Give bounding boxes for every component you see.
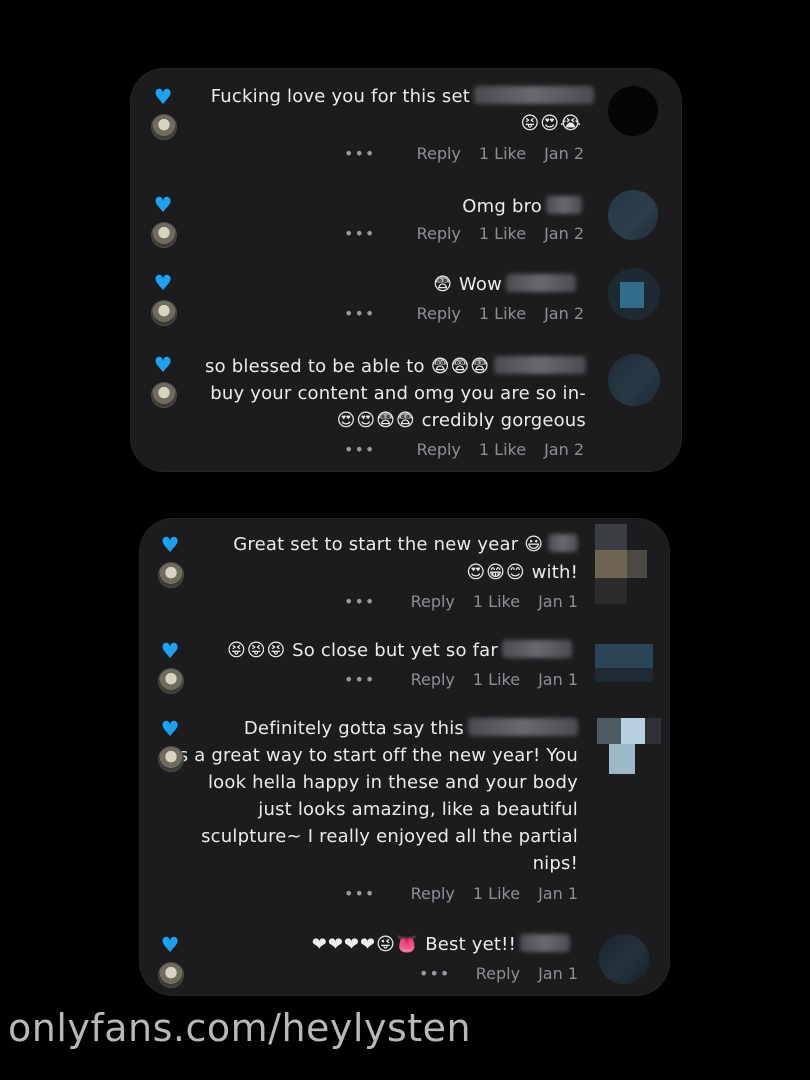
avatar-icon[interactable] xyxy=(158,668,184,694)
comment-item: ❤❤❤❤😜👅 Best yet!! Reply Jan 1 ••• ♥ xyxy=(139,928,670,994)
heart-icon[interactable]: ♥ xyxy=(152,194,174,216)
comment-text: 😝😝😝 So close but yet so far xyxy=(227,638,572,664)
comment-item: Fucking love you for this set 😝😍😭 Reply 1… xyxy=(130,68,682,178)
comment-text: Fucking love you for this set xyxy=(174,84,594,110)
comment-text-line: nips! xyxy=(532,853,578,874)
like-count[interactable]: 1 Like xyxy=(473,592,520,611)
watermark: onlyfans.com/heylysten xyxy=(8,1006,472,1050)
comments-card-1: Fucking love you for this set 😝😍😭 Reply 1… xyxy=(130,68,682,472)
avatar-icon[interactable] xyxy=(599,934,649,984)
comments-card-2: Great set to start the new year 😃 😍😁😊 wi… xyxy=(139,518,670,996)
comment-meta: Reply 1 Like Jan 2 xyxy=(399,304,584,323)
reply-link[interactable]: Reply xyxy=(411,884,455,903)
comment-text-line: 😍😍😨😨 credibly gorgeous xyxy=(336,410,586,431)
comment-item: Omg bro Reply 1 Like Jan 2 ••• ♥ xyxy=(130,186,682,250)
like-count[interactable]: 1 Like xyxy=(479,224,526,243)
like-count[interactable]: 1 Like xyxy=(479,144,526,163)
comment-meta: Reply 1 Like Jan 1 xyxy=(393,884,578,903)
avatar-icon[interactable] xyxy=(595,644,653,682)
more-dots-icon[interactable]: ••• xyxy=(344,304,375,323)
comment-meta: Reply 1 Like Jan 2 xyxy=(399,440,584,459)
comment-date: Jan 1 xyxy=(538,964,578,983)
comment-meta: Reply Jan 1 xyxy=(458,964,578,983)
avatar-icon[interactable] xyxy=(608,190,658,240)
heart-icon[interactable]: ♥ xyxy=(159,718,181,740)
avatar-icon[interactable] xyxy=(158,962,184,988)
avatar-icon[interactable] xyxy=(591,524,659,608)
avatar-icon[interactable] xyxy=(608,268,660,320)
avatar-icon[interactable] xyxy=(158,562,184,588)
comment-meta: Reply 1 Like Jan 1 xyxy=(393,592,578,611)
avatar-icon[interactable] xyxy=(151,382,177,408)
avatar-icon[interactable] xyxy=(591,718,663,778)
comment-text-line: 😍😁😊 with! xyxy=(466,562,578,583)
avatar-icon[interactable] xyxy=(608,86,658,136)
comment-item: 😨 Wow Reply 1 Like Jan 2 ••• ♥ xyxy=(130,264,682,334)
more-dots-icon[interactable]: ••• xyxy=(344,224,375,243)
comment-item: Great set to start the new year 😃 😍😁😊 wi… xyxy=(139,518,670,618)
reply-link[interactable]: Reply xyxy=(411,670,455,689)
more-dots-icon[interactable]: ••• xyxy=(344,440,375,459)
more-dots-icon[interactable]: ••• xyxy=(344,884,375,903)
heart-icon[interactable]: ♥ xyxy=(152,354,174,376)
comment-text: so blessed to be able to 😨😨😨 xyxy=(205,354,586,380)
comment-date: Jan 2 xyxy=(544,304,584,323)
comment-meta: Reply 1 Like Jan 1 xyxy=(393,670,578,689)
avatar-icon[interactable] xyxy=(158,746,184,772)
comment-date: Jan 1 xyxy=(538,884,578,903)
more-dots-icon[interactable]: ••• xyxy=(344,592,375,611)
avatar-icon[interactable] xyxy=(608,354,660,406)
comment-date: Jan 1 xyxy=(538,592,578,611)
comment-meta: Reply 1 Like Jan 2 xyxy=(399,144,584,163)
reply-link[interactable]: Reply xyxy=(417,144,461,163)
comment-date: Jan 2 xyxy=(544,144,584,163)
comment-text: 😨 Wow xyxy=(433,272,576,298)
reply-link[interactable]: Reply xyxy=(417,304,461,323)
like-count[interactable]: 1 Like xyxy=(479,440,526,459)
comment-text-line: look hella happy in these and your body xyxy=(207,772,578,793)
heart-icon[interactable]: ♥ xyxy=(152,272,174,294)
heart-icon[interactable]: ♥ xyxy=(159,640,181,662)
avatar-icon[interactable] xyxy=(151,300,177,326)
comment-emojis: 😝😍😭 xyxy=(520,113,582,134)
avatar-icon[interactable] xyxy=(151,114,177,140)
comment-item: Definitely gotta say this is a great way… xyxy=(139,712,670,912)
more-dots-icon[interactable]: ••• xyxy=(419,964,450,983)
comment-text-line: buy your content and omg you are so in- xyxy=(210,383,586,404)
comment-text-line: just looks amazing, like a beautiful xyxy=(258,799,578,820)
reply-link[interactable]: Reply xyxy=(417,440,461,459)
like-count[interactable]: 1 Like xyxy=(473,670,520,689)
reply-link[interactable]: Reply xyxy=(417,224,461,243)
comment-meta: Reply 1 Like Jan 2 xyxy=(399,224,584,243)
comment-item: 😝😝😝 So close but yet so far Reply 1 Like J… xyxy=(139,628,670,698)
comment-text: Omg bro xyxy=(462,194,582,220)
reply-link[interactable]: Reply xyxy=(411,592,455,611)
comment-text: Great set to start the new year 😃 xyxy=(233,532,578,558)
heart-icon[interactable]: ♥ xyxy=(159,534,181,556)
comment-date: Jan 2 xyxy=(544,440,584,459)
more-dots-icon[interactable]: ••• xyxy=(344,670,375,689)
avatar-icon[interactable] xyxy=(151,222,177,248)
comment-text: ❤❤❤❤😜👅 Best yet!! xyxy=(312,932,570,958)
comment-text: Definitely gotta say this xyxy=(244,716,578,742)
reply-link[interactable]: Reply xyxy=(476,964,520,983)
heart-icon[interactable]: ♥ xyxy=(159,934,181,956)
heart-icon[interactable]: ♥ xyxy=(152,86,174,108)
comment-item: so blessed to be able to 😨😨😨 buy your co… xyxy=(130,350,682,470)
comment-text-line: sculpture~ I really enjoyed all the part… xyxy=(201,826,578,847)
comment-date: Jan 1 xyxy=(538,670,578,689)
like-count[interactable]: 1 Like xyxy=(473,884,520,903)
more-dots-icon[interactable]: ••• xyxy=(344,144,375,163)
like-count[interactable]: 1 Like xyxy=(479,304,526,323)
comment-date: Jan 2 xyxy=(544,224,584,243)
comment-text-line: is a great way to start off the new year… xyxy=(173,745,578,766)
